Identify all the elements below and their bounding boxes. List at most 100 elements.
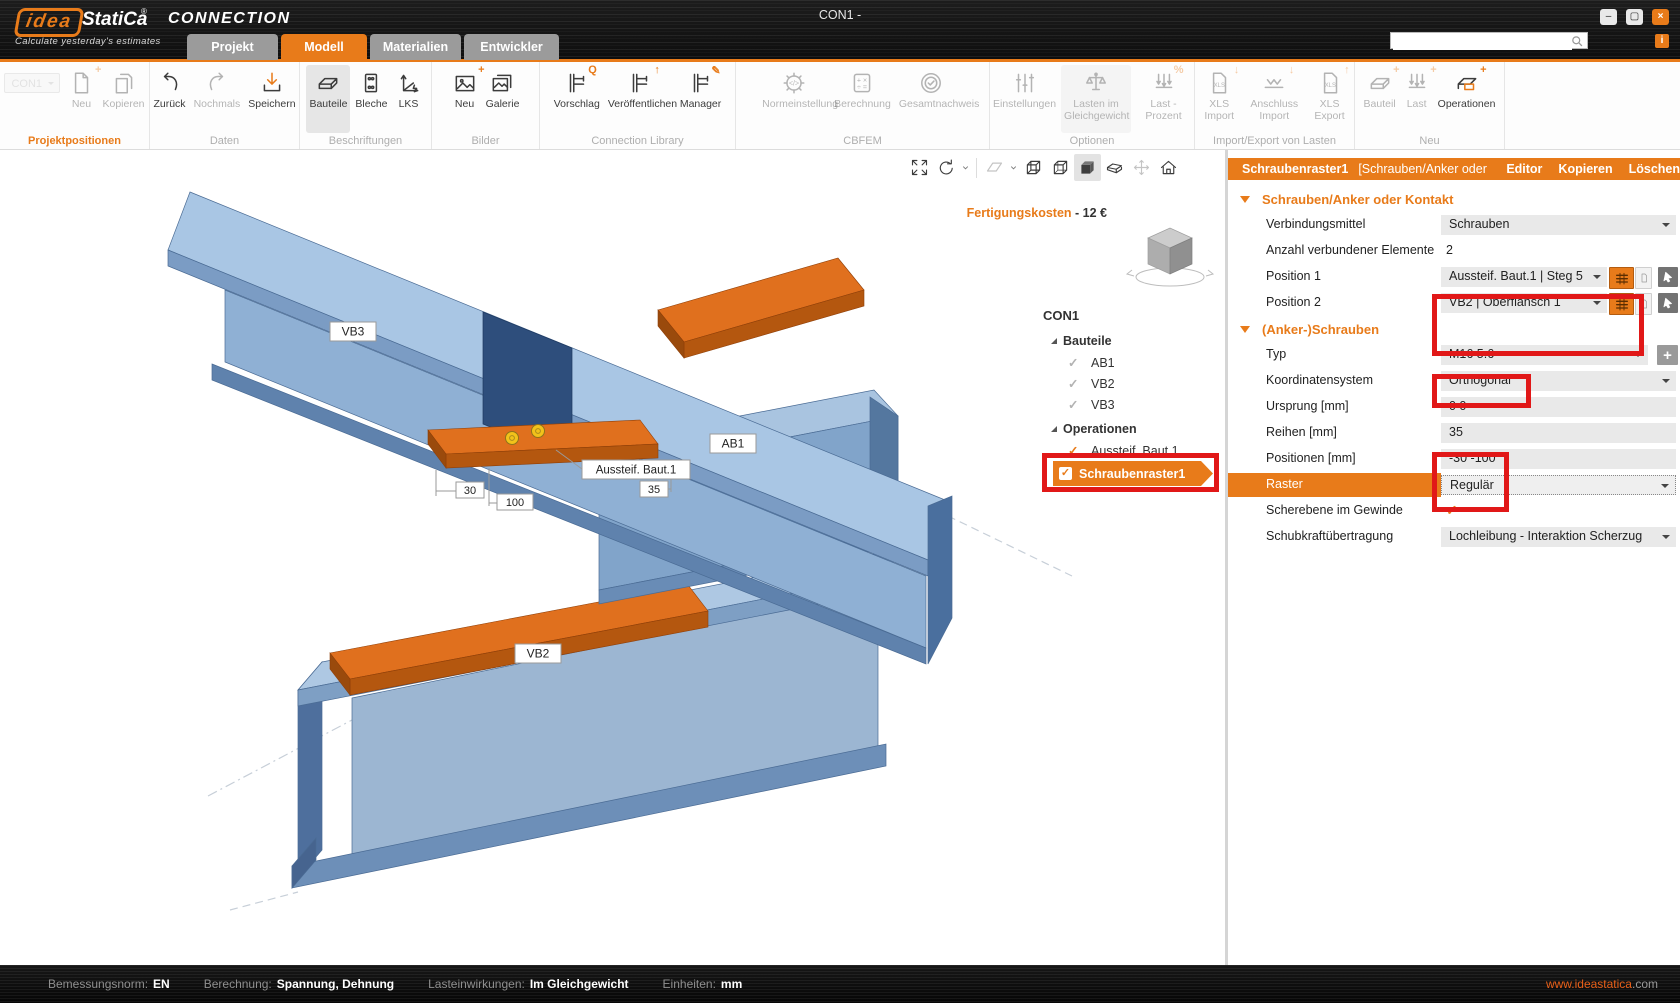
plate-side-button[interactable] xyxy=(1609,293,1634,315)
ribbon-item-galerie[interactable]: Galerie xyxy=(483,65,523,133)
prop-value-positionen-mm[interactable]: -30 -100 xyxy=(1441,449,1676,469)
check-icon[interactable]: ✓ xyxy=(1068,376,1084,391)
plate-ab1-flange[interactable] xyxy=(658,258,864,358)
tab-projekt[interactable]: Projekt xyxy=(187,34,278,60)
add-bolt-type-button[interactable]: + xyxy=(1657,345,1678,365)
ribbon-item-einstellungen[interactable]: Einstellungen xyxy=(990,65,1059,133)
section-dropdown-chevron-icon[interactable] xyxy=(1008,154,1020,181)
ribbon-item-operationen[interactable]: +Operationen xyxy=(1435,65,1499,133)
ribbon-item-con1[interactable]: CON1 xyxy=(1,65,63,133)
info-button[interactable]: i xyxy=(1655,34,1669,48)
tree-item-operationen[interactable]: Operationen xyxy=(1035,418,1225,440)
prop-value-schubkraftübertragung[interactable]: Lochleibung - Interaktion Scherzug xyxy=(1441,527,1676,547)
copy-operation-button[interactable]: Kopieren xyxy=(1558,162,1612,176)
ribbon-item-last[interactable]: +Last xyxy=(1401,65,1433,133)
tree-item-vb3[interactable]: ✓VB3 xyxy=(1035,394,1225,415)
tree-item-aussteif-baut-1[interactable]: ✓Aussteif. Baut.1 xyxy=(1035,440,1225,461)
ribbon-item-xls-export[interactable]: ↑XLS Export xyxy=(1305,65,1354,133)
tree-item-schraubenraster1[interactable]: ✓Schraubenraster1 xyxy=(1053,461,1213,486)
prop-value-reihen-mm[interactable]: 35 xyxy=(1441,423,1676,443)
wireframe-view-button[interactable] xyxy=(1020,154,1047,181)
hidden-line-view-button[interactable] xyxy=(1047,154,1074,181)
ribbon-item-lks[interactable]: LKS xyxy=(393,65,425,133)
tree-item-bauteile[interactable]: Bauteile xyxy=(1035,330,1225,352)
dropdown-arrow-icon[interactable] xyxy=(1593,275,1601,283)
editor-button[interactable]: Editor xyxy=(1506,162,1542,176)
expander-icon[interactable] xyxy=(1051,426,1057,432)
maximize-button[interactable]: ▢ xyxy=(1626,9,1643,25)
section-anker-schrauben[interactable]: (Anker-)Schrauben xyxy=(1228,316,1680,342)
prop-value-position-1[interactable]: Aussteif. Baut.1 | Steg 5 xyxy=(1441,267,1607,287)
tree-item-vb2[interactable]: ✓VB2 xyxy=(1035,373,1225,394)
tab-entwickler[interactable]: Entwickler xyxy=(464,34,559,60)
ribbon-item-kopieren[interactable]: Kopieren xyxy=(99,65,147,133)
tree-item-ab1[interactable]: ✓AB1 xyxy=(1035,352,1225,373)
scene-canvas[interactable]: 30 100 35 VB3 AB1 VB2 Aussteif. Baut.1 xyxy=(0,150,1225,965)
check-icon[interactable]: ✓ xyxy=(1068,443,1084,458)
tree-root[interactable]: CON1 xyxy=(1035,304,1225,327)
ribbon-item-bauteile[interactable]: Bauteile xyxy=(306,65,350,133)
detail-button[interactable] xyxy=(1635,267,1652,289)
home-view-button[interactable] xyxy=(1155,154,1182,181)
navigation-cube[interactable] xyxy=(1127,228,1213,286)
ribbon-item-speichern[interactable]: Speichern xyxy=(245,65,298,133)
check-icon[interactable]: ✓ xyxy=(1068,355,1084,370)
prop-check-scherebene-im-gewinde[interactable]: ✓ xyxy=(1446,502,1458,519)
prop-value-verbindungsmittel[interactable]: Schrauben xyxy=(1441,215,1676,235)
3d-viewport[interactable]: 30 100 35 VB3 AB1 VB2 Aussteif. Baut.1 xyxy=(0,150,1228,965)
ribbon-item-vorschlag[interactable]: QVorschlag xyxy=(551,65,603,133)
ribbon-item-bleche[interactable]: Bleche xyxy=(352,65,390,133)
prop-value-position-2[interactable]: VB2 | Oberflansch 1 xyxy=(1441,293,1607,313)
orbit-dropdown-chevron-icon[interactable] xyxy=(960,154,972,181)
ribbon-item-manager[interactable]: ✎Manager xyxy=(677,65,724,133)
search-field[interactable] xyxy=(1393,33,1572,50)
orbit-button[interactable] xyxy=(933,154,960,181)
project-item-select[interactable]: CON1 xyxy=(4,73,60,93)
pick-in-scene-button[interactable] xyxy=(1658,293,1678,313)
ribbon-item-veröffentlichen[interactable]: ↑Veröffentlichen xyxy=(605,65,675,133)
plate-side-button[interactable] xyxy=(1609,267,1634,289)
ribbon-item-anschluss-import[interactable]: ↓Anschluss Import xyxy=(1245,65,1303,133)
dropdown-arrow-icon[interactable] xyxy=(1662,535,1670,543)
ribbon-item-nochmals[interactable]: Nochmals xyxy=(191,65,244,133)
dropdown-arrow-icon[interactable] xyxy=(1662,379,1670,387)
search-input[interactable] xyxy=(1390,32,1588,49)
pan-axis-button[interactable] xyxy=(1128,154,1155,181)
zoom-fit-button[interactable] xyxy=(906,154,933,181)
expander-icon[interactable] xyxy=(1051,338,1057,344)
ribbon-item-gesamtnachweis[interactable]: Gesamtnachweis xyxy=(896,65,966,133)
ribbon-item-xls-import[interactable]: ↓XLS Import xyxy=(1195,65,1243,133)
solid-view-button[interactable] xyxy=(1074,154,1101,181)
ribbon-item-lasten-im-gleichgewicht[interactable]: Lasten im Gleichgewicht xyxy=(1061,65,1131,133)
ribbon-item-neu[interactable]: +Neu xyxy=(65,65,97,133)
transparent-view-button[interactable] xyxy=(1101,154,1128,181)
prop-value-ursprung-mm[interactable]: 0 0 xyxy=(1441,397,1676,417)
minimize-button[interactable]: – xyxy=(1600,9,1617,25)
dropdown-arrow-icon[interactable] xyxy=(1662,223,1670,231)
tab-materialien[interactable]: Materialien xyxy=(370,34,461,60)
ribbon-item-neu[interactable]: +Neu xyxy=(449,65,481,133)
check-icon[interactable]: ✓ xyxy=(1059,467,1072,480)
collapse-triangle-icon[interactable] xyxy=(1240,326,1250,333)
ribbon-item-last-prozent[interactable]: %Last - Prozent xyxy=(1133,65,1194,133)
dropdown-arrow-icon[interactable] xyxy=(1593,301,1601,309)
check-icon[interactable]: ✓ xyxy=(1068,397,1084,412)
detail-button[interactable] xyxy=(1635,293,1652,315)
section-schrauben-anker-oder-kontakt[interactable]: Schrauben/Anker oder Kontakt xyxy=(1228,186,1680,212)
prop-value-raster[interactable]: Regulär xyxy=(1441,475,1676,495)
pick-in-scene-button[interactable] xyxy=(1658,267,1678,287)
ribbon-item-normeinstellung[interactable]: Normeinstellung xyxy=(759,65,829,133)
close-button[interactable]: × xyxy=(1652,9,1669,25)
section-plane-button[interactable] xyxy=(981,154,1008,181)
dropdown-arrow-icon[interactable] xyxy=(1634,353,1642,361)
collapse-triangle-icon[interactable] xyxy=(1240,196,1250,203)
ribbon-item-berechnung[interactable]: Berechnung xyxy=(831,65,894,133)
ribbon-item-bauteil[interactable]: +Bauteil xyxy=(1361,65,1399,133)
tab-modell[interactable]: Modell xyxy=(281,34,367,60)
delete-operation-button[interactable]: Löschen xyxy=(1629,162,1680,176)
website-link[interactable]: www.ideastatica.com xyxy=(1546,977,1658,991)
prop-value-koordinatensystem[interactable]: Orthogonal xyxy=(1441,371,1676,391)
ribbon-item-zurück[interactable]: Zurück xyxy=(150,65,188,133)
prop-value-typ[interactable]: M16 5.6 xyxy=(1441,345,1648,365)
dropdown-arrow-icon[interactable] xyxy=(1661,484,1669,492)
